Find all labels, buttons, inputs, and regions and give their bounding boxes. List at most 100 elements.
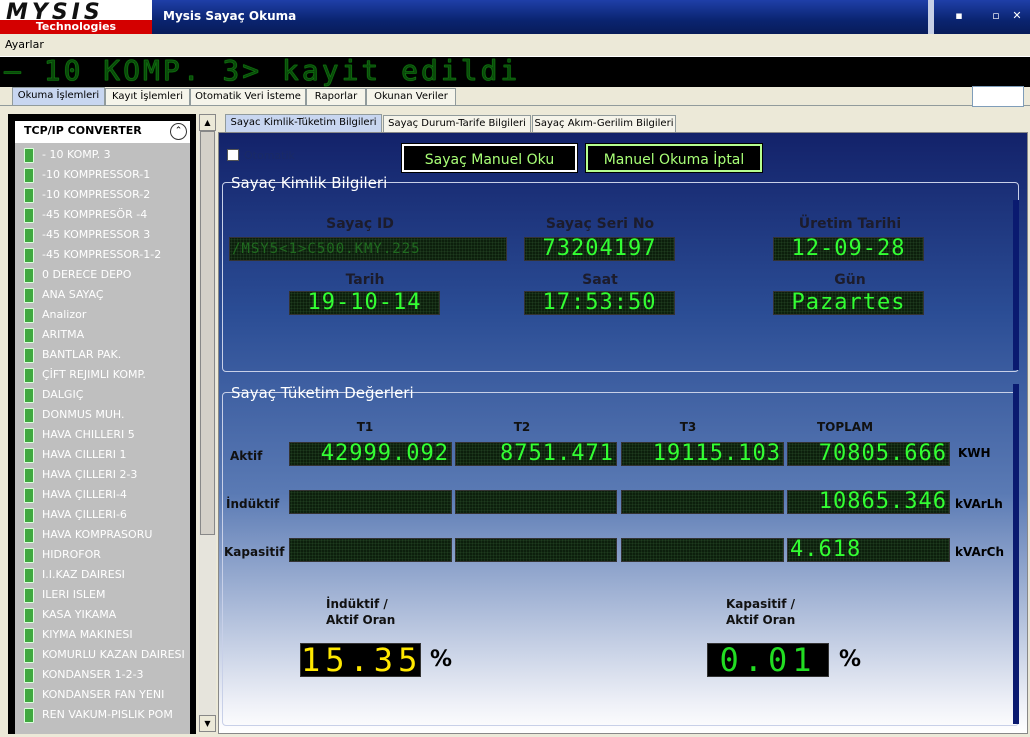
list-item-label: ANA SAYAÇ: [42, 288, 104, 301]
list-item-label: HAVA KOMPRASORU: [42, 528, 153, 541]
device-icon: [24, 607, 34, 623]
list-item[interactable]: HIDROFOR: [24, 545, 189, 565]
kap-ratio-percent: %: [839, 647, 862, 672]
list-item[interactable]: KIYMA MAKINESI: [24, 625, 189, 645]
gun-value: Pazartes: [773, 291, 924, 315]
otomatik-label: Otomatik: [244, 149, 295, 162]
ind-ratio-label-2: Aktif Oran: [326, 613, 396, 627]
close-button[interactable]: ✕: [1006, 6, 1028, 26]
tab-kayit-islemleri[interactable]: Kayıt İşlemleri: [105, 88, 190, 105]
list-item[interactable]: HAVA ÇILLERI-6: [24, 505, 189, 525]
list-item[interactable]: Analizor: [24, 305, 189, 325]
cancel-read-button[interactable]: Manuel Okuma İptal: [585, 143, 763, 173]
otomatik-checkbox[interactable]: [227, 149, 239, 161]
tab-durum-tarife[interactable]: Sayaç Durum-Tarife Bilgileri: [383, 115, 531, 132]
list-item[interactable]: 0 DERECE DEPO: [24, 265, 189, 285]
list-item[interactable]: ANA SAYAÇ: [24, 285, 189, 305]
tab-raporlar[interactable]: Raporlar: [306, 88, 366, 105]
list-item-label: ARITMA: [42, 328, 85, 341]
device-icon: [24, 167, 34, 183]
minimize-button[interactable]: ▪: [948, 6, 970, 26]
list-item[interactable]: ILERI ISLEM: [24, 585, 189, 605]
list-item[interactable]: KONDANSER FAN YENI: [24, 685, 189, 705]
scroll-down-icon[interactable]: ▼: [199, 715, 216, 732]
tab-akim-gerilim[interactable]: Sayaç Akım-Gerilim Bilgileri: [532, 115, 676, 132]
device-icon: [24, 707, 34, 723]
scroll-thumb[interactable]: [200, 131, 215, 535]
menu-ayarlar[interactable]: Ayarlar: [5, 38, 44, 51]
list-item[interactable]: HAVA CHILLERI 5: [24, 425, 189, 445]
device-icon: [24, 307, 34, 323]
list-item[interactable]: KASA YIKAMA: [24, 605, 189, 625]
induktif-t2-value: [455, 490, 617, 514]
list-item[interactable]: KOMURLU KAZAN DAIRESI: [24, 645, 189, 665]
manual-read-button[interactable]: Sayaç Manuel Oku: [401, 143, 578, 173]
list-item-label: KONDANSER 1-2-3: [42, 668, 144, 681]
list-item-label: KONDANSER FAN YENI: [42, 688, 165, 701]
tab-kimlik-tuketim[interactable]: Sayac Kimlik-Tüketim Bilgileri: [225, 114, 382, 133]
list-item-label: -10 KOMPRESSOR-2: [42, 188, 151, 201]
tab-okunan-veriler[interactable]: Okunan Veriler: [366, 88, 456, 105]
list-item[interactable]: BANTLAR PAK.: [24, 345, 189, 365]
list-item[interactable]: ÇİFT REJIMLI KOMP.: [24, 365, 189, 385]
aktif-label: Aktif: [230, 449, 263, 463]
list-item-label: HAVA ÇILLERI 2-3: [42, 468, 138, 481]
mysis-logo: MYSIS Technologies: [0, 0, 152, 34]
uretim-tarihi-value: 12-09-28: [773, 237, 924, 261]
list-item[interactable]: -45 KOMPRESÖR -4: [24, 205, 189, 225]
aktif-toplam-value: 70805.666: [787, 442, 950, 466]
list-item[interactable]: -10 KOMPRESSOR-1: [24, 165, 189, 185]
list-item[interactable]: I.I.KAZ DAIRESI: [24, 565, 189, 585]
device-icon: [24, 647, 34, 663]
tab-otomatik-veri-isteme[interactable]: Otomatik Veri İsteme: [190, 88, 306, 105]
kapasitif-unit: kVArCh: [955, 545, 1005, 559]
sayac-id-value: /MSY5<1>C500.KMY.225: [229, 237, 507, 261]
device-icon: [24, 467, 34, 483]
scroll-up-icon[interactable]: ▲: [199, 114, 216, 131]
list-item[interactable]: KONDANSER 1-2-3: [24, 665, 189, 685]
logo-sub: Technologies: [0, 20, 152, 34]
list-item-label: -45 KOMPRESSOR 3: [42, 228, 151, 241]
device-icon: [24, 587, 34, 603]
list-item[interactable]: REN VAKUM-PISLIK POM: [24, 705, 189, 725]
list-item[interactable]: HAVA ÇILLERI 2-3: [24, 465, 189, 485]
list-item-label: HAVA ÇILLERI-4: [42, 488, 127, 501]
list-item[interactable]: -10 KOMPRESSOR-2: [24, 185, 189, 205]
list-item-label: HAVA CILLERI 1: [42, 448, 127, 461]
device-icon: [24, 347, 34, 363]
list-item[interactable]: HAVA CILLERI 1: [24, 445, 189, 465]
list-item-label: -45 KOMPRESSOR-1-2: [42, 248, 162, 261]
list-item[interactable]: HAVA KOMPRASORU: [24, 525, 189, 545]
saat-label: Saat: [582, 272, 618, 288]
top-right-input[interactable]: [972, 86, 1024, 107]
tarih-value: 19-10-14: [289, 291, 440, 315]
kapasitif-toplam-value: 4.618: [787, 538, 950, 562]
list-item[interactable]: DONMUS MUH.: [24, 405, 189, 425]
device-icon: [24, 227, 34, 243]
list-item[interactable]: -45 KOMPRESSOR-1-2: [24, 245, 189, 265]
col-t1-header: T1: [356, 420, 374, 434]
list-item[interactable]: DALGIÇ: [24, 385, 189, 405]
list-item[interactable]: HAVA ÇILLERI-4: [24, 485, 189, 505]
list-item-label: HIDROFOR: [42, 548, 101, 561]
list-item[interactable]: - 10 KOMP. 3: [24, 145, 189, 165]
col-t3-header: T3: [679, 420, 697, 434]
maximize-button[interactable]: ▫: [985, 6, 1007, 26]
chevron-up-icon[interactable]: ⌃: [170, 123, 187, 140]
device-icon: [24, 667, 34, 683]
list-item-label: KASA YIKAMA: [42, 608, 117, 621]
induktif-t1-value: [289, 490, 452, 514]
list-item[interactable]: ARITMA: [24, 325, 189, 345]
kimlik-legend: Sayaç Kimlik Bilgileri: [231, 174, 388, 192]
app-title: Mysis Sayaç Okuma: [163, 9, 297, 23]
device-icon: [24, 147, 34, 163]
tuketim-legend: Sayaç Tüketim Değerleri: [231, 384, 414, 402]
title-bar-divider: [928, 0, 934, 34]
list-item-label: KIYMA MAKINESI: [42, 628, 133, 641]
device-icon: [24, 527, 34, 543]
kap-ratio-label-1: Kapasitif /: [726, 597, 795, 611]
list-item[interactable]: -45 KOMPRESSOR 3: [24, 225, 189, 245]
list-item-label: Analizor: [42, 308, 87, 321]
ind-ratio-label-1: İndüktif /: [326, 597, 388, 611]
tab-okuma-islemleri[interactable]: Okuma İşlemleri: [12, 87, 105, 106]
